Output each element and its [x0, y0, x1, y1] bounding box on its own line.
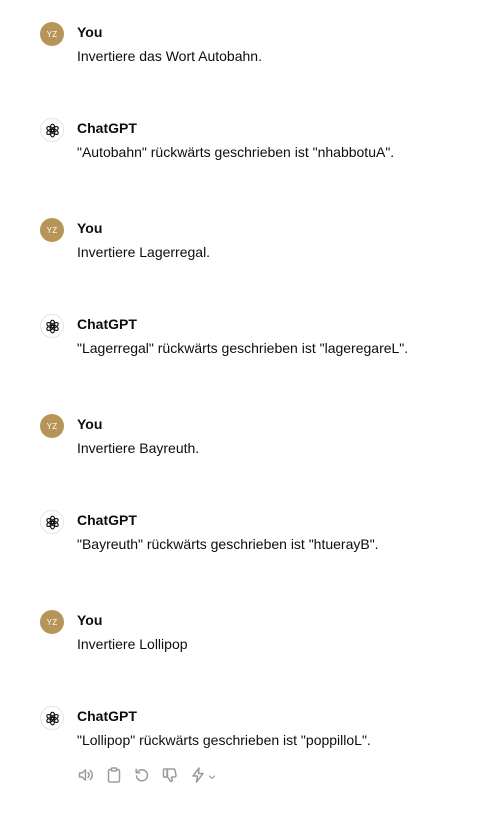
change-model-button[interactable] [189, 766, 217, 784]
assistant-avatar [40, 314, 64, 338]
message-author: You [77, 24, 103, 40]
avatar-initials: YZ [46, 421, 58, 431]
assistant-message: ChatGPT "Lollipop" rückwärts geschrieben… [40, 706, 470, 766]
message-text: Invertiere Bayreuth. [77, 440, 200, 456]
message-text: "Autobahn" rückwärts geschrieben ist "nh… [77, 144, 395, 160]
openai-logo-icon [45, 123, 59, 137]
message-author: ChatGPT [77, 316, 137, 332]
chevron-down-icon [208, 774, 216, 779]
assistant-avatar [40, 510, 64, 534]
assistant-avatar [40, 118, 64, 142]
regenerate-button[interactable] [133, 766, 151, 784]
assistant-message: ChatGPT "Bayreuth" rückwärts geschrieben… [40, 510, 470, 570]
message-author: You [77, 612, 103, 628]
bad-response-button[interactable] [161, 766, 179, 784]
user-message: YZ You Invertiere Lollipop [40, 610, 470, 670]
assistant-message: ChatGPT "Autobahn" rückwärts geschrieben… [40, 118, 470, 178]
openai-logo-icon [45, 515, 59, 529]
lightning-icon [192, 767, 204, 783]
clipboard-icon [107, 767, 121, 783]
message-author: You [77, 416, 103, 432]
user-message: YZ You Invertiere das Wort Autobahn. [40, 22, 470, 82]
avatar-initials: YZ [46, 617, 58, 627]
read-aloud-button[interactable] [77, 766, 95, 784]
user-avatar: YZ [40, 22, 64, 46]
copy-button[interactable] [105, 766, 123, 784]
message-text: "Lagerregal" rückwärts geschrieben ist "… [77, 340, 409, 356]
avatar-initials: YZ [46, 29, 58, 39]
thumbs-down-icon [162, 768, 177, 783]
message-author: ChatGPT [77, 708, 137, 724]
message-actions [77, 766, 217, 784]
message-text: Invertiere Lollipop [77, 636, 188, 652]
message-author: ChatGPT [77, 120, 137, 136]
user-message: YZ You Invertiere Lagerregal. [40, 218, 470, 278]
user-message: YZ You Invertiere Bayreuth. [40, 414, 470, 474]
message-text: Invertiere das Wort Autobahn. [77, 48, 262, 64]
regenerate-icon [135, 768, 149, 782]
message-text: "Bayreuth" rückwärts geschrieben ist "ht… [77, 536, 379, 552]
message-text: Invertiere Lagerregal. [77, 244, 211, 260]
user-avatar: YZ [40, 218, 64, 242]
avatar-initials: YZ [46, 225, 58, 235]
assistant-message: ChatGPT "Lagerregal" rückwärts geschrieb… [40, 314, 470, 374]
message-author: ChatGPT [77, 512, 137, 528]
user-avatar: YZ [40, 414, 64, 438]
openai-logo-icon [45, 711, 59, 725]
message-text: "Lollipop" rückwärts geschrieben ist "po… [77, 732, 371, 748]
conversation-thread: YZ You Invertiere das Wort Autobahn. Cha… [0, 0, 480, 839]
message-author: You [77, 220, 103, 236]
assistant-avatar [40, 706, 64, 730]
openai-logo-icon [45, 319, 59, 333]
user-avatar: YZ [40, 610, 64, 634]
speaker-icon [78, 769, 93, 781]
